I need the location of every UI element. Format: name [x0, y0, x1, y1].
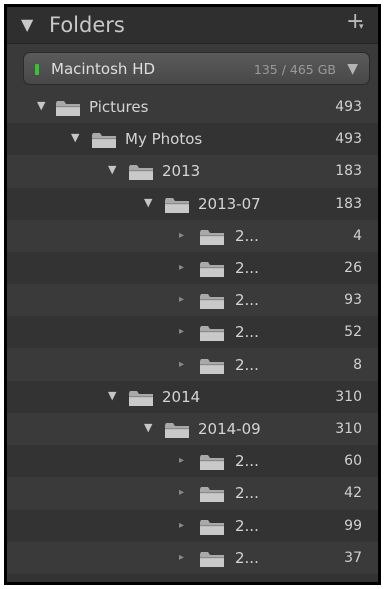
- folder-row[interactable]: ▼ 2014-09 310: [7, 413, 378, 445]
- folder-label: 2014-09: [198, 420, 261, 438]
- folder-label: 2013-07: [198, 194, 261, 213]
- folder-icon: [199, 261, 225, 278]
- disclosure-triangle-down-icon[interactable]: ▼: [108, 388, 116, 404]
- folder-icon: [199, 229, 225, 246]
- folder-row[interactable]: ▸ 2... 4: [7, 220, 378, 252]
- folder-photo-count: 493: [335, 131, 362, 148]
- disclosure-triangle-down-icon[interactable]: ▼: [108, 162, 116, 178]
- folder-row[interactable]: ▸ 2... 8: [7, 349, 378, 381]
- folder-label: 2...: [235, 516, 259, 535]
- folder-icon: [164, 422, 190, 439]
- folder-label: Pictures: [89, 98, 149, 116]
- volume-bar[interactable]: Macintosh HD 135 / 465 GB ▼: [23, 52, 370, 85]
- folder-row[interactable]: ▼ Pictures 493: [7, 91, 378, 123]
- folder-photo-count: 60: [344, 453, 362, 470]
- folder-photo-count: 493: [335, 99, 362, 115]
- folder-label: 2...: [235, 452, 259, 471]
- disclosure-triangle-down-icon[interactable]: ▼: [37, 98, 45, 114]
- folder-label: 2013: [162, 162, 201, 181]
- folder-icon: [91, 132, 117, 149]
- folder-photo-count: 93: [344, 292, 362, 309]
- menu-caret-icon: ▾: [359, 22, 364, 32]
- folder-row[interactable]: ▸ 2... 37: [7, 542, 378, 574]
- folder-row[interactable]: ▸ 2... 42: [7, 477, 378, 509]
- folder-label: 2...: [235, 484, 259, 503]
- folder-label: My Photos: [125, 130, 203, 149]
- disclosure-triangle-right-icon[interactable]: ▸: [179, 485, 184, 501]
- folder-row[interactable]: ▸ 2... 99: [7, 509, 378, 542]
- disclosure-triangle-down-icon[interactable]: ▼: [71, 130, 79, 146]
- folders-panel: ▼ Folders + ▾ Macintosh HD 135 / 465 GB …: [7, 7, 378, 582]
- folder-photo-count: 52: [344, 324, 362, 341]
- folder-icon: [55, 100, 81, 117]
- disclosure-triangle-right-icon[interactable]: ▸: [179, 324, 184, 340]
- folder-label: 2...: [235, 259, 259, 277]
- disclosure-triangle-right-icon[interactable]: ▸: [179, 292, 184, 308]
- panel-header[interactable]: ▼ Folders + ▾: [7, 7, 378, 44]
- folder-photo-count: 310: [335, 421, 362, 437]
- folder-icon: [199, 293, 225, 310]
- folder-row[interactable]: ▸ 2... 52: [7, 316, 378, 349]
- add-folder-button[interactable]: + ▾: [342, 9, 368, 37]
- disclosure-triangle-down-icon[interactable]: ▼: [144, 195, 152, 211]
- folder-photo-count: 99: [344, 517, 362, 534]
- folder-icon: [164, 197, 190, 214]
- folder-photo-count: 8: [353, 356, 362, 373]
- folder-photo-count: 183: [335, 195, 362, 212]
- volume-menu-arrow-icon[interactable]: ▼: [347, 62, 358, 77]
- volume-capacity: 135 / 465 GB: [253, 62, 336, 77]
- disclosure-triangle-down-icon[interactable]: ▼: [144, 420, 152, 436]
- folder-row[interactable]: ▼ 2013 183: [7, 155, 378, 187]
- panel-title: Folders: [49, 13, 125, 37]
- folder-label: 2...: [235, 580, 259, 582]
- folder-icon: [199, 486, 225, 503]
- volume-status-indicator: [35, 64, 39, 75]
- folder-label: 2...: [235, 291, 259, 310]
- disclosure-triangle-down-icon[interactable]: ▼: [21, 15, 33, 35]
- disclosure-triangle-right-icon[interactable]: ▸: [179, 453, 184, 469]
- folder-row[interactable]: ▸ 2... 26: [7, 252, 378, 284]
- disclosure-triangle-right-icon[interactable]: ▸: [179, 550, 184, 566]
- folder-label: 2...: [235, 323, 259, 342]
- folder-row[interactable]: ▼ 2013-07 183: [7, 187, 378, 220]
- folder-photo-count: 37: [344, 549, 362, 566]
- folder-label: 2...: [235, 226, 259, 245]
- folder-label: 2...: [235, 548, 259, 567]
- folder-row[interactable]: ▸ 2... 60: [7, 445, 378, 478]
- folder-icon: [128, 390, 154, 407]
- folder-photo-count: 4: [353, 227, 362, 244]
- folder-icon: [199, 325, 225, 342]
- folder-photo-count: 310: [335, 388, 362, 405]
- folder-row[interactable]: ▸2...72: [7, 574, 378, 582]
- folder-row[interactable]: ▸ 2... 93: [7, 284, 378, 316]
- folder-icon: [199, 551, 225, 568]
- folder-photo-count: 72: [344, 581, 362, 582]
- folder-icon: [128, 164, 154, 181]
- folder-row[interactable]: ▼ My Photos 493: [7, 123, 378, 156]
- disclosure-triangle-right-icon[interactable]: ▸: [179, 228, 184, 244]
- folder-icon: [199, 358, 225, 375]
- folder-photo-count: 42: [344, 485, 362, 502]
- disclosure-triangle-right-icon[interactable]: ▸: [179, 260, 184, 276]
- volume-name: Macintosh HD: [51, 60, 156, 78]
- folder-row[interactable]: ▼ 2014 310: [7, 380, 378, 413]
- folder-label: 2014: [162, 387, 201, 406]
- folder-icon: [199, 519, 225, 536]
- folders-panel-frame: ▼ Folders + ▾ Macintosh HD 135 / 465 GB …: [4, 4, 381, 585]
- disclosure-triangle-right-icon[interactable]: ▸: [179, 518, 184, 534]
- folder-icon: [199, 454, 225, 471]
- folder-photo-count: 26: [344, 260, 362, 276]
- disclosure-triangle-right-icon[interactable]: ▸: [179, 357, 184, 373]
- folder-label: 2...: [235, 355, 259, 374]
- folder-photo-count: 183: [335, 163, 362, 180]
